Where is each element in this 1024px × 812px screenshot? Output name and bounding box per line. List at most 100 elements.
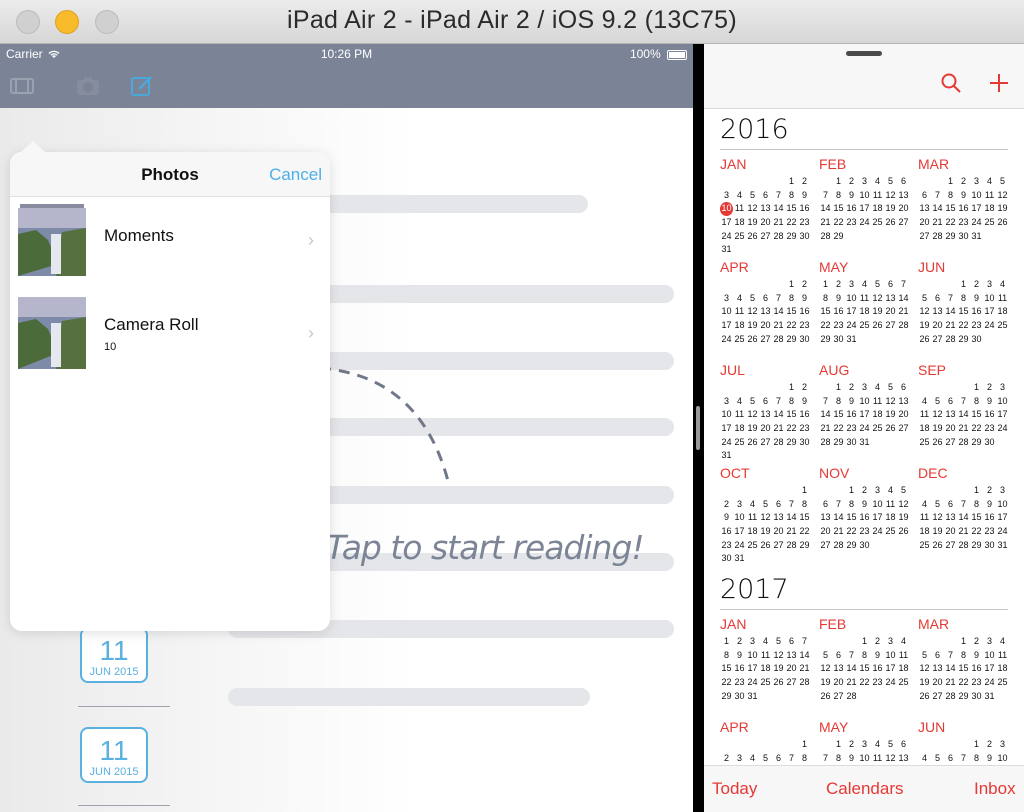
day-cell[interactable]: 26 [819,690,832,704]
day-cell[interactable]: 1 [819,278,832,292]
day-cell[interactable]: 7 [772,395,785,409]
day-cell[interactable]: 6 [897,175,910,189]
inbox-button[interactable]: Inbox [974,779,1016,799]
day-cell[interactable]: 24 [858,422,871,436]
day-cell[interactable]: 19 [772,662,785,676]
day-cell[interactable]: 18 [884,511,897,525]
day-cell[interactable]: 11 [871,752,884,766]
day-cell[interactable]: 31 [845,333,858,347]
day-cell[interactable]: 9 [983,395,996,409]
day-cell[interactable]: 14 [772,202,785,216]
day-cell[interactable]: 9 [957,189,970,203]
day-cell[interactable]: 10 [858,752,871,766]
day-cell[interactable]: 7 [957,752,970,766]
month-apr[interactable]: APR1234567891011121314151617181920212223… [720,259,820,346]
day-cell[interactable]: 25 [884,525,897,539]
day-cell[interactable]: 23 [970,319,983,333]
day-cell[interactable]: 23 [871,676,884,690]
day-cell[interactable]: 13 [785,649,798,663]
day-cell[interactable]: 11 [733,408,746,422]
day-cell[interactable]: 26 [746,230,759,244]
day-cell[interactable]: 20 [918,216,931,230]
day-cell[interactable]: 12 [918,305,931,319]
day-cell[interactable]: 5 [931,395,944,409]
day-cell[interactable]: 6 [832,649,845,663]
day-cell[interactable]: 7 [819,752,832,766]
day-cell[interactable]: 29 [832,436,845,450]
day-cell[interactable]: 5 [871,278,884,292]
day-cell[interactable]: 3 [720,189,733,203]
day-cell[interactable]: 17 [720,319,733,333]
day-cell[interactable]: 12 [871,292,884,306]
day-cell[interactable]: 1 [970,381,983,395]
day-cell[interactable]: 6 [944,752,957,766]
day-cell[interactable]: 2 [798,175,811,189]
day-cell[interactable]: 8 [970,752,983,766]
day-cell[interactable]: 27 [897,216,910,230]
day-cell[interactable]: 25 [983,216,996,230]
day-cell[interactable]: 24 [983,676,996,690]
month-aug[interactable]: AUG 1 2 3 4 5 6 7 8 9 10 11 12 13 14 15 16 17 18 19 20 21 22 23… [819,362,919,449]
day-cell[interactable]: 14 [832,511,845,525]
day-cell[interactable]: 20 [931,319,944,333]
day-cell[interactable]: 18 [871,202,884,216]
day-cell[interactable]: 12 [819,662,832,676]
day-cell[interactable]: 17 [996,408,1009,422]
day-cell[interactable]: 28 [957,539,970,553]
day-cell[interactable]: 10 [733,511,746,525]
day-cell[interactable]: 25 [733,230,746,244]
day-cell[interactable]: 1 [798,738,811,752]
day-cell[interactable]: 11 [918,511,931,525]
day-cell[interactable]: 22 [970,525,983,539]
day-cell[interactable]: 9 [983,752,996,766]
day-cell[interactable]: 20 [832,676,845,690]
day-cell[interactable]: 12 [996,189,1009,203]
day-cell[interactable]: 1 [944,175,957,189]
add-icon[interactable] [988,72,1010,94]
day-cell[interactable]: 9 [845,395,858,409]
day-cell[interactable]: 14 [819,408,832,422]
day-cell[interactable]: 2 [983,484,996,498]
day-cell[interactable]: 8 [970,395,983,409]
day-cell[interactable]: 13 [832,662,845,676]
day-cell[interactable]: 29 [785,230,798,244]
day-cell[interactable]: 25 [871,422,884,436]
day-cell[interactable]: 21 [819,216,832,230]
day-cell[interactable]: 17 [871,511,884,525]
day-cell[interactable]: 23 [957,216,970,230]
day-cell[interactable]: 21 [832,525,845,539]
date-badge[interactable]: 11 JUN 2015 [80,727,148,783]
day-cell[interactable]: 26 [871,319,884,333]
day-cell[interactable]: 21 [957,422,970,436]
day-cell[interactable]: 5 [759,498,772,512]
day-cell[interactable]: 12 [884,395,897,409]
day-cell[interactable]: 26 [996,216,1009,230]
day-cell[interactable]: 13 [759,408,772,422]
day-cell[interactable]: 3 [884,635,897,649]
day-cell[interactable]: 15 [957,305,970,319]
day-cell[interactable]: 2 [845,381,858,395]
day-cell[interactable]: 2 [871,635,884,649]
day-cell[interactable]: 31 [970,230,983,244]
day-cell[interactable]: 23 [845,422,858,436]
day-cell[interactable]: 2 [957,175,970,189]
day-cell[interactable]: 24 [884,676,897,690]
day-cell[interactable]: 12 [931,408,944,422]
day-cell[interactable]: 21 [772,422,785,436]
day-cell[interactable]: 20 [884,305,897,319]
month-jul[interactable]: JUL 1 2 3 4 5 6 7 8 9 10 11 12 13 14 15 16 17 18 19 20 21 22 23… [720,362,820,463]
day-cell[interactable]: 20 [785,662,798,676]
day-cell[interactable]: 5 [759,752,772,766]
day-cell[interactable]: 11 [884,498,897,512]
day-cell[interactable]: 8 [832,752,845,766]
day-cell[interactable]: 4 [733,292,746,306]
day-cell[interactable]: 12 [931,511,944,525]
day-cell[interactable]: 27 [931,333,944,347]
day-cell[interactable]: 18 [918,525,931,539]
month-jan[interactable]: JAN 1 2 3 4 5 6 7 8 9 10 11 12 13 14 15 16 17 18 19 20 21 22 23… [720,616,820,703]
day-cell[interactable]: 25 [759,676,772,690]
day-cell[interactable]: 3 [720,395,733,409]
day-cell[interactable]: 8 [798,498,811,512]
month-feb[interactable]: FEB 1 2 3 4 5 6 7 8 9 10 11 12 13 14 15 16 17 18 19 20 21 22 23… [819,616,919,703]
day-cell[interactable]: 22 [957,319,970,333]
